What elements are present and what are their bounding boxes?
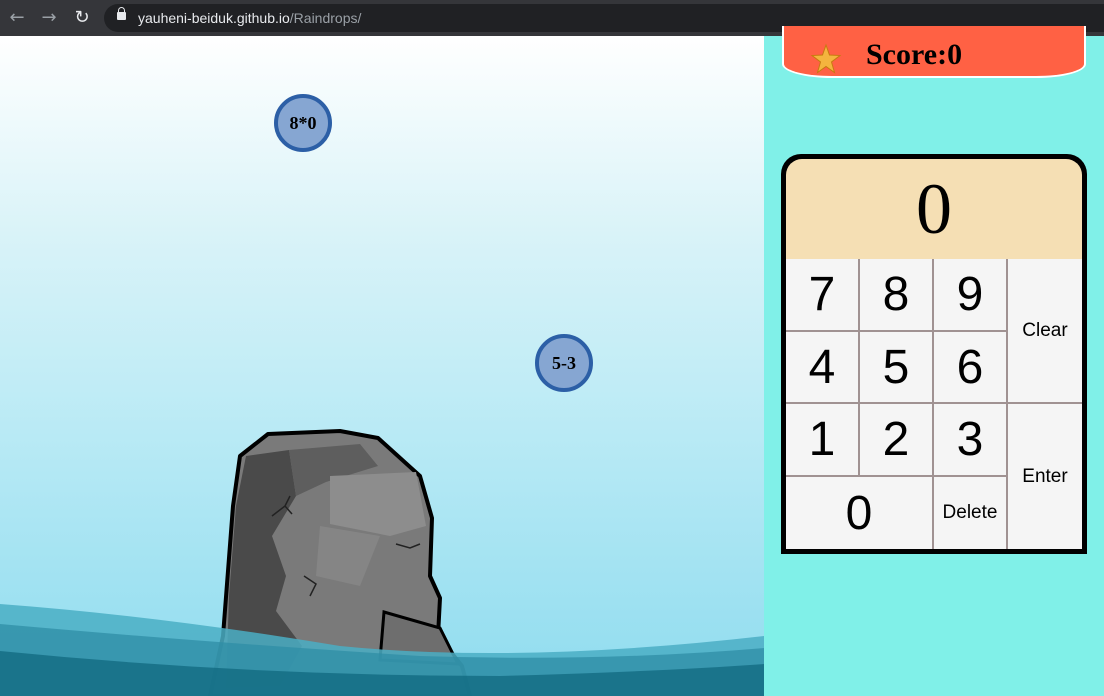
raindrop[interactable]: 5-3 bbox=[535, 334, 593, 392]
key-7[interactable]: 7 bbox=[786, 259, 858, 330]
key-2[interactable]: 2 bbox=[860, 404, 932, 475]
reload-icon[interactable]: ↻ bbox=[70, 6, 94, 30]
key-1[interactable]: 1 bbox=[786, 404, 858, 475]
raindrop[interactable]: 8*0 bbox=[274, 94, 332, 152]
key-3[interactable]: 3 bbox=[934, 404, 1006, 475]
raindrop-expression: 5-3 bbox=[552, 352, 576, 373]
score-label: Score:0 bbox=[866, 38, 963, 71]
keypad: 7 8 9 Clear 4 5 6 1 2 3 Enter 0 Delete bbox=[786, 259, 1082, 549]
key-4[interactable]: 4 bbox=[786, 332, 858, 402]
key-6[interactable]: 6 bbox=[934, 332, 1006, 402]
side-panel: Score:0 0 7 8 9 Clear 4 5 6 1 2 3 Enter … bbox=[764, 26, 1104, 696]
url-text: yauheni-beiduk.github.io/Raindrops/ bbox=[138, 10, 361, 26]
forward-arrow-icon[interactable]: → bbox=[37, 6, 61, 30]
score-banner: Score:0 bbox=[782, 26, 1086, 78]
back-arrow-icon[interactable]: ← bbox=[5, 6, 29, 30]
game-scenery bbox=[0, 429, 764, 696]
key-8[interactable]: 8 bbox=[860, 259, 932, 330]
game-area: 8*0 5-3 bbox=[0, 36, 764, 696]
url-domain: yauheni-beiduk.github.io bbox=[138, 10, 290, 26]
key-0[interactable]: 0 bbox=[786, 477, 932, 549]
key-5[interactable]: 5 bbox=[860, 332, 932, 402]
clear-button[interactable]: Clear bbox=[1008, 259, 1082, 402]
key-9[interactable]: 9 bbox=[934, 259, 1006, 330]
star-icon bbox=[810, 43, 842, 74]
calculator: 0 7 8 9 Clear 4 5 6 1 2 3 Enter 0 Delete bbox=[781, 154, 1087, 554]
calculator-display: 0 bbox=[786, 159, 1082, 259]
raindrop-expression: 8*0 bbox=[289, 112, 317, 133]
lock-icon bbox=[117, 7, 126, 20]
enter-button[interactable]: Enter bbox=[1008, 404, 1082, 549]
url-path: /Raindrops/ bbox=[289, 10, 362, 26]
delete-button[interactable]: Delete bbox=[934, 477, 1006, 549]
